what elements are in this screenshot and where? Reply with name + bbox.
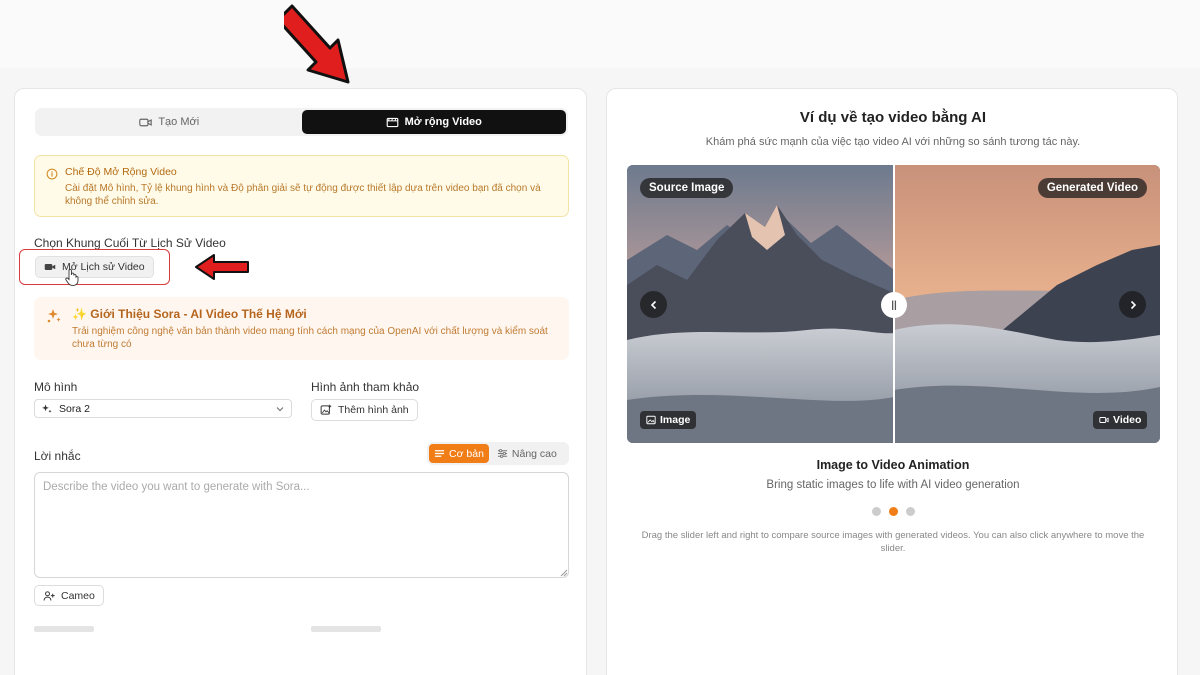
info-icon [46, 168, 58, 180]
top-band [0, 0, 1200, 68]
showcase-panel: Ví dụ về tạo video bằng AI Khám phá sức … [606, 88, 1178, 675]
hand-cursor-icon [65, 268, 79, 286]
alert-description: Cài đặt Mô hình, Tỷ lệ khung hình và Độ … [65, 183, 541, 207]
open-history-button[interactable]: Mở Lịch sử Video [35, 256, 154, 278]
slide-dot[interactable] [872, 507, 881, 516]
image-tag: Image [640, 411, 697, 429]
alert-title: Chế Độ Mở Rộng Video [65, 166, 177, 178]
red-arrow-annotation [195, 254, 249, 280]
prompt-label: Lời nhắc [34, 449, 81, 463]
tab-extend-video[interactable]: Mở rộng Video [301, 110, 566, 134]
image-icon [646, 415, 656, 425]
mode-basic-label: Cơ bản [449, 447, 484, 460]
slide-dot-active[interactable] [889, 507, 898, 516]
source-image-badge: Source Image [640, 178, 734, 198]
sora-card-description: Trải nghiệm công nghệ văn bản thành vide… [72, 326, 548, 350]
extend-mode-alert: Chế Độ Mở Rộng Video Cài đặt Mô hình, Tỷ… [34, 155, 569, 217]
image-plus-icon [320, 404, 332, 415]
slide-caption-title: Image to Video Animation [816, 458, 970, 472]
slide-caption-subtitle: Bring static images to life with AI vide… [766, 479, 1020, 491]
slider-hint: Drag the slider left and right to compar… [641, 530, 1145, 554]
user-plus-icon [43, 590, 55, 601]
lines-icon [434, 450, 445, 457]
cut-off-label [34, 626, 94, 632]
video-tag: Video [1093, 411, 1148, 429]
cut-off-label [311, 626, 381, 632]
prompt-mode-toggle: Cơ bản Nâng cao [427, 442, 569, 465]
generation-form-panel: Tạo Mới Mở rộng Video Chế Độ Mở Rộng Vid… [14, 88, 587, 675]
mode-advanced-button[interactable]: Nâng cao [492, 444, 562, 463]
slider-handle[interactable]: || [881, 292, 907, 318]
sora-card-title: ✨ Giới Thiệu Sora - AI Video Thế Hệ Mới [72, 307, 307, 321]
sparkles-icon [47, 309, 61, 323]
video-tag-label: Video [1113, 414, 1142, 426]
mode-tabs: Tạo Mới Mở rộng Video [35, 108, 568, 136]
slide-dot[interactable] [906, 507, 915, 516]
reference-label: Hình ảnh tham khảo [311, 380, 420, 394]
prompt-textarea[interactable] [34, 472, 569, 578]
sora-intro-card: ✨ Giới Thiệu Sora - AI Video Thế Hệ Mới … [34, 297, 569, 360]
image-tag-label: Image [660, 414, 691, 426]
prev-slide-button[interactable] [640, 291, 667, 318]
add-image-button[interactable]: Thêm hình ảnh [311, 399, 418, 421]
history-label: Chọn Khung Cuối Từ Lịch Sử Video [34, 236, 226, 250]
model-value: Sora 2 [59, 402, 90, 415]
video-icon [44, 264, 56, 270]
tab-create-new-label: Tạo Mới [158, 116, 200, 128]
model-label: Mô hình [34, 380, 78, 394]
mode-basic-button[interactable]: Cơ bản [429, 444, 489, 463]
video-icon [139, 118, 153, 126]
showcase-title: Ví dụ về tạo video bằng AI [799, 109, 987, 126]
film-icon [386, 117, 398, 127]
cameo-label: Cameo [61, 589, 95, 602]
chevron-down-icon [276, 406, 284, 411]
video-icon [1099, 417, 1109, 423]
add-image-label: Thêm hình ảnh [338, 404, 409, 416]
showcase-subtitle: Khám phá sức mạnh của việc tạo video AI … [705, 136, 1081, 148]
generated-video-badge: Generated Video [1037, 178, 1147, 198]
sparkles-icon [42, 404, 52, 413]
red-arrow-annotation [284, 4, 350, 84]
next-slide-button[interactable] [1119, 291, 1146, 318]
tab-extend-video-label: Mở rộng Video [404, 116, 482, 128]
cameo-button[interactable]: Cameo [34, 585, 104, 606]
tab-create-new[interactable]: Tạo Mới [37, 110, 302, 134]
comparison-slider[interactable]: Source Image Generated Video || Image Vi… [627, 165, 1160, 443]
resize-handle-icon[interactable] [560, 569, 568, 577]
chevron-left-icon [650, 300, 656, 309]
chevron-right-icon [1130, 300, 1136, 309]
model-select[interactable]: Sora 2 [34, 399, 292, 418]
slide-indicator [872, 507, 915, 516]
sliders-icon [497, 449, 507, 458]
mode-advanced-label: Nâng cao [511, 447, 557, 460]
